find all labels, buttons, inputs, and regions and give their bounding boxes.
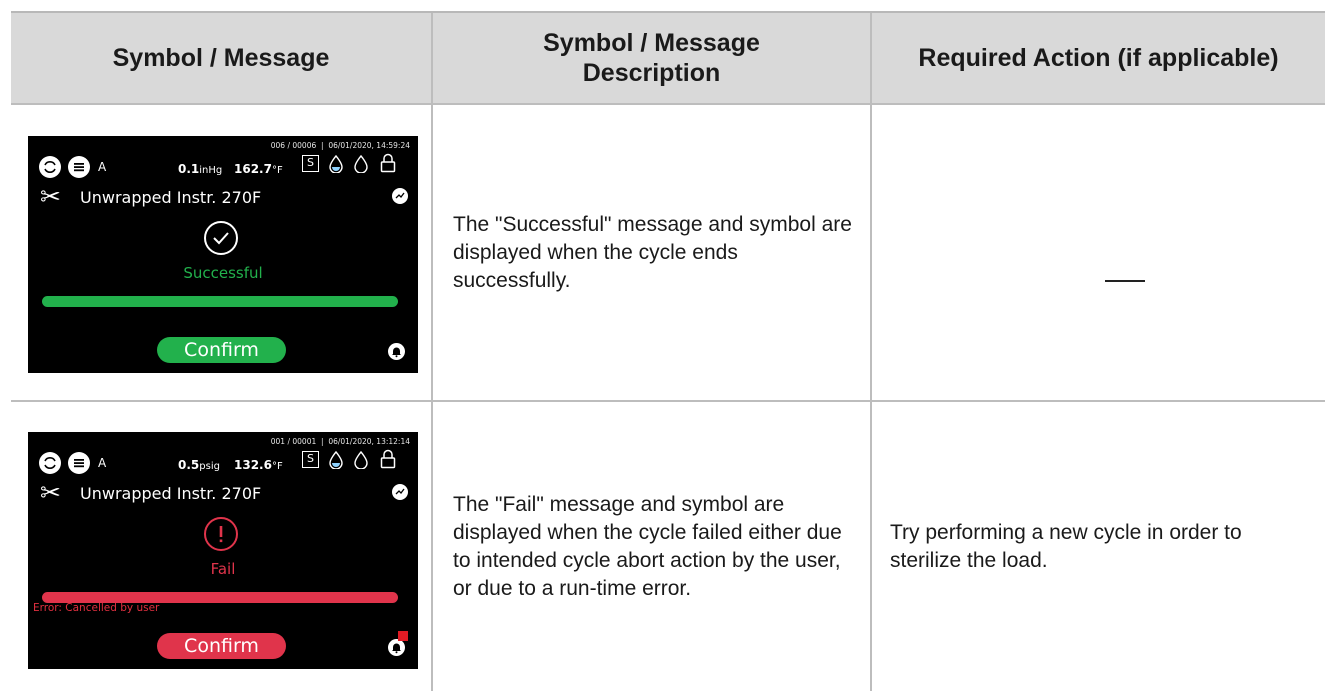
status-label: Successful bbox=[183, 264, 263, 282]
scissors-icon: ✂ bbox=[40, 182, 61, 211]
symbols-table: Symbol / Message Symbol / Message Descri… bbox=[11, 11, 1325, 691]
refresh-icon bbox=[39, 452, 61, 474]
header-required-action: Required Action (if applicable) bbox=[870, 13, 1325, 103]
pressure-readout: 0.1inHg bbox=[178, 162, 222, 176]
description-text: The "Fail" message and symbol are displa… bbox=[453, 492, 842, 600]
temperature-value: 162.7 bbox=[234, 162, 272, 176]
s-status-box: S bbox=[302, 155, 319, 172]
table-row: A 0.5psig 132.6°F 001 / 00001 | 06/01/20… bbox=[11, 402, 1325, 691]
water-drop-filled-icon bbox=[329, 451, 343, 469]
lock-icon bbox=[380, 153, 396, 173]
header-label: Symbol / Message Description bbox=[543, 29, 760, 87]
header-description: Symbol / Message Description bbox=[431, 13, 870, 103]
header-label: Required Action (if applicable) bbox=[918, 44, 1279, 72]
table-row: A 0.1inHg 162.7°F 006 / 00006 | 06/01/20… bbox=[11, 103, 1325, 402]
water-drop-filled-icon bbox=[329, 155, 343, 173]
mode-indicator: A bbox=[98, 456, 107, 470]
menu-icon bbox=[68, 156, 90, 178]
cycle-name: Unwrapped Instr. 270F bbox=[80, 484, 262, 503]
description-cell: The "Successful" message and symbol are … bbox=[431, 105, 870, 400]
device-screen-successful: A 0.1inHg 162.7°F 006 / 00006 | 06/01/20… bbox=[28, 136, 418, 373]
graph-icon bbox=[392, 484, 408, 500]
graph-icon bbox=[392, 188, 408, 204]
confirm-button[interactable]: Confirm bbox=[157, 337, 286, 363]
scissors-icon: ✂ bbox=[40, 478, 61, 507]
temperature-unit: °F bbox=[271, 461, 283, 472]
pressure-unit: psig bbox=[199, 461, 220, 472]
menu-icon bbox=[68, 452, 90, 474]
alarm-indicator bbox=[398, 631, 408, 641]
status-label: Fail bbox=[210, 560, 236, 578]
temperature-value: 132.6 bbox=[234, 458, 272, 472]
datetime: 06/01/2020, 14:59:24 bbox=[328, 141, 410, 150]
pressure-unit: inHg bbox=[199, 165, 223, 176]
progress-bar bbox=[42, 296, 398, 307]
cycle-counter: 006 / 00006 bbox=[270, 141, 317, 150]
symbol-cell: A 0.1inHg 162.7°F 006 / 00006 | 06/01/20… bbox=[11, 105, 431, 400]
pressure-readout: 0.5psig bbox=[178, 458, 220, 472]
bell-icon bbox=[388, 639, 405, 656]
refresh-icon bbox=[39, 156, 61, 178]
cycle-name: Unwrapped Instr. 270F bbox=[80, 188, 262, 207]
datetime: 06/01/2020, 13:12:14 bbox=[328, 437, 410, 446]
mode-indicator: A bbox=[98, 160, 107, 174]
action-cell bbox=[870, 105, 1325, 400]
temperature-unit: °F bbox=[271, 165, 283, 176]
check-circle-icon bbox=[204, 221, 238, 255]
s-status-box: S bbox=[302, 451, 319, 468]
temperature-readout: 162.7°F bbox=[234, 162, 283, 176]
temperature-readout: 132.6°F bbox=[234, 458, 283, 472]
action-cell: Try performing a new cycle in order to s… bbox=[870, 402, 1325, 691]
error-message: Error: Cancelled by user bbox=[33, 602, 160, 614]
lock-icon bbox=[380, 449, 396, 469]
water-drop-icon bbox=[354, 155, 368, 173]
table-header-row: Symbol / Message Symbol / Message Descri… bbox=[11, 11, 1325, 103]
required-action-text: Try performing a new cycle in order to s… bbox=[890, 520, 1242, 572]
device-screen-fail: A 0.5psig 132.6°F 001 / 00001 | 06/01/20… bbox=[28, 432, 418, 669]
header-label: Symbol / Message bbox=[112, 44, 330, 72]
bell-icon bbox=[388, 343, 405, 360]
description-cell: The "Fail" message and symbol are displa… bbox=[431, 402, 870, 691]
description-text: The "Successful" message and symbol are … bbox=[453, 212, 852, 292]
symbol-cell: A 0.5psig 132.6°F 001 / 00001 | 06/01/20… bbox=[11, 402, 431, 691]
cycle-counter-datetime: 006 / 00006 | 06/01/2020, 14:59:24 bbox=[270, 141, 410, 150]
no-action-dash bbox=[1105, 280, 1145, 282]
exclamation-circle-icon bbox=[204, 517, 238, 551]
pressure-value: 0.1 bbox=[178, 162, 200, 176]
header-symbol-message: Symbol / Message bbox=[11, 13, 431, 103]
cycle-counter: 001 / 00001 bbox=[270, 437, 317, 446]
water-drop-icon bbox=[354, 451, 368, 469]
cycle-counter-datetime: 001 / 00001 | 06/01/2020, 13:12:14 bbox=[270, 437, 410, 446]
pressure-value: 0.5 bbox=[178, 458, 200, 472]
confirm-button[interactable]: Confirm bbox=[157, 633, 286, 659]
